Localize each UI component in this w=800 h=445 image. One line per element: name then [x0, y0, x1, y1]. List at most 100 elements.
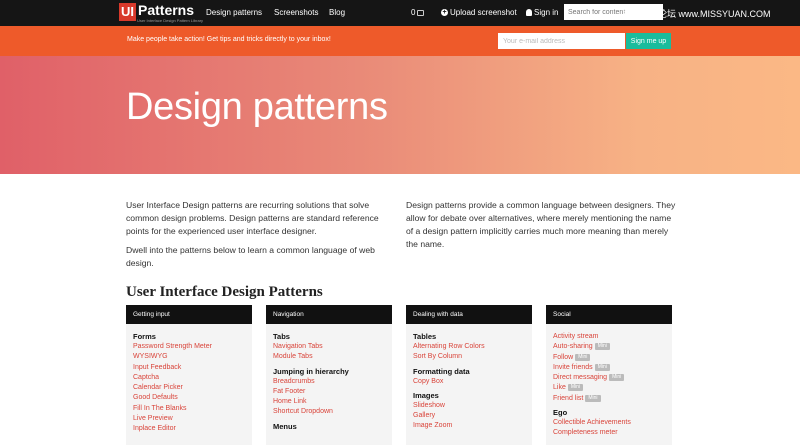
pattern-link[interactable]: Slideshow [413, 401, 525, 411]
sign-in-link[interactable]: Sign in [526, 8, 558, 17]
collection-count[interactable]: 0 [411, 8, 425, 17]
pattern-group: Forms Password Strength Meter WYSIWYG Input… [133, 332, 245, 435]
mini-badge: Mini [575, 353, 591, 361]
mini-badge: Mini [594, 363, 610, 371]
pattern-link[interactable]: Calendar Picker [133, 383, 245, 393]
pattern-link[interactable]: Auto-sharing Mini [553, 342, 665, 352]
pattern-link[interactable]: Collectible Achievements [553, 418, 665, 428]
category-header: Social [546, 305, 672, 324]
pattern-link-label: Inplace Editor [133, 425, 176, 433]
pattern-link[interactable]: Navigation Tabs [273, 342, 385, 352]
group-title: Tables [413, 332, 437, 341]
pattern-link-label: Completeness meter [553, 429, 618, 437]
pattern-link-label: Image Zoom [413, 422, 453, 430]
pattern-link[interactable]: Image Zoom [413, 421, 525, 431]
pattern-link[interactable]: Shortcut Dropdown [273, 407, 385, 417]
nav-design-patterns[interactable]: Design patterns [206, 8, 262, 17]
pattern-link-label: Activity stream [553, 333, 599, 340]
pattern-link-label: Shortcut Dropdown [273, 408, 333, 416]
pattern-link[interactable]: Gallery [413, 411, 525, 421]
pattern-link-label: Fill In The Blanks [133, 404, 187, 412]
intro-paragraph: User Interface Design patterns are recur… [126, 200, 379, 236]
pattern-link-label: Copy Box [413, 377, 444, 385]
pattern-link[interactable]: Fill In The Blanks [133, 404, 245, 414]
nav-blog[interactable]: Blog [329, 8, 345, 17]
intro-right: Design patterns provide a common languag… [406, 199, 676, 257]
pattern-link-label: Input Feedback [133, 363, 182, 371]
pattern-link-label: Friend list [553, 394, 584, 402]
category-card: Getting input Forms Password Strength Mete… [126, 305, 252, 445]
category-body: Tabs Navigation Tabs Module Tabs Jumping in… [266, 324, 392, 432]
pattern-link-label: Direct messaging [553, 374, 608, 382]
category-body: Activity stream Auto-sharing Mini Follow Min… [546, 324, 672, 439]
pattern-link[interactable]: Alternating Row Colors [413, 342, 525, 352]
mini-badge: Mini [594, 343, 610, 351]
pattern-link[interactable]: Input Feedback [133, 363, 245, 373]
pattern-link[interactable]: Friend list Mini [553, 394, 665, 404]
pattern-link[interactable]: Home Link [273, 397, 385, 407]
nav-screenshots[interactable]: Screenshots [274, 8, 318, 17]
pattern-link-label: Calendar Picker [133, 384, 183, 392]
pattern-link-label: Home Link [273, 398, 307, 406]
pattern-link[interactable]: Live Preview [133, 414, 245, 424]
pattern-group: Tables Alternating Row Colors Sort By Colu… [413, 332, 525, 363]
intro-paragraph: Dwell into the patterns below to learn a… [126, 245, 375, 268]
pattern-link[interactable]: Module Tabs [273, 352, 385, 362]
upload-screenshot-link[interactable]: + Upload screenshot [441, 8, 517, 17]
plus-circle-icon: + [441, 9, 448, 16]
newsletter-bar: Make people take action! Get tips and tr… [0, 26, 800, 56]
user-icon [526, 9, 532, 16]
logo[interactable]: UI Patterns User Interface Design Patter… [119, 2, 203, 23]
pattern-group: Images Slideshow Gallery Image Zoom [413, 391, 525, 432]
group-title: Jumping in hierarchy [273, 366, 349, 376]
category-header: Navigation [266, 305, 392, 324]
logo-text: Patterns [138, 2, 195, 18]
email-field[interactable] [498, 33, 625, 49]
logo-tagline: User Interface Design Pattern Library [137, 18, 204, 23]
pattern-link[interactable]: Good Defaults [133, 393, 245, 403]
upload-label: Upload screenshot [450, 8, 517, 17]
pattern-link-label: Breadcrumbs [273, 377, 315, 385]
pattern-link-label: Gallery [413, 412, 436, 420]
group-title: Forms [133, 332, 156, 341]
pattern-link[interactable]: Sort By Column [413, 352, 525, 362]
pattern-link[interactable]: Fat Footer [273, 387, 385, 397]
intro-paragraph: Design patterns provide a common languag… [406, 200, 676, 249]
pattern-link[interactable]: Captcha [133, 373, 245, 383]
pattern-link[interactable]: WYSIWYG [133, 352, 245, 362]
group-title: Tabs [273, 332, 290, 341]
pattern-group: Jumping in hierarchy Breadcrumbs Fat Foote… [273, 367, 385, 418]
pattern-link-label: Live Preview [133, 415, 173, 423]
logo-ui-badge: UI [119, 3, 136, 21]
pattern-link[interactable]: Password Strength Meter [133, 342, 245, 352]
group-title: Images [413, 390, 439, 400]
pattern-link[interactable]: Invite friends Mini [553, 363, 665, 373]
pattern-link[interactable]: Copy Box [413, 377, 525, 387]
pattern-link-label: Follow [553, 353, 574, 361]
pattern-link-label: Fat Footer [273, 387, 306, 395]
count-value: 0 [411, 8, 416, 17]
group-title: Menus [273, 421, 297, 431]
watermark: 思缘设计论坛 www.MISSYUAN.COM [622, 9, 771, 19]
pattern-link[interactable]: Like Mini [553, 383, 665, 393]
pattern-link-label: Password Strength Meter [133, 343, 212, 350]
top-navbar: UI Patterns User Interface Design Patter… [0, 0, 800, 26]
pattern-link[interactable]: Breadcrumbs [273, 377, 385, 387]
category-body: Forms Password Strength Meter WYSIWYG Input… [126, 324, 252, 435]
pattern-link[interactable]: Activity stream [553, 332, 665, 342]
pattern-link[interactable]: Direct messaging Mini [553, 373, 665, 383]
pattern-link-label: Module Tabs [273, 353, 313, 361]
newsletter-text: Make people take action! Get tips and tr… [127, 36, 331, 43]
pattern-link[interactable]: Completeness meter [553, 428, 665, 438]
category-header: Getting input [126, 305, 252, 324]
category-header: Dealing with data [406, 305, 532, 324]
page-title: Design patterns [126, 86, 388, 128]
pattern-link[interactable]: Inplace Editor [133, 424, 245, 434]
category-card: Navigation Tabs Navigation Tabs Module Tabs… [266, 305, 392, 445]
pattern-link-label: Navigation Tabs [273, 343, 323, 350]
section-title: User Interface Design Patterns [126, 284, 323, 300]
sign-me-up-button[interactable]: Sign me up [626, 33, 671, 49]
pattern-group: Formatting data Copy Box [413, 367, 525, 387]
pattern-link[interactable]: Follow Mini [553, 353, 665, 363]
intro-left: User Interface Design patterns are recur… [126, 199, 396, 276]
